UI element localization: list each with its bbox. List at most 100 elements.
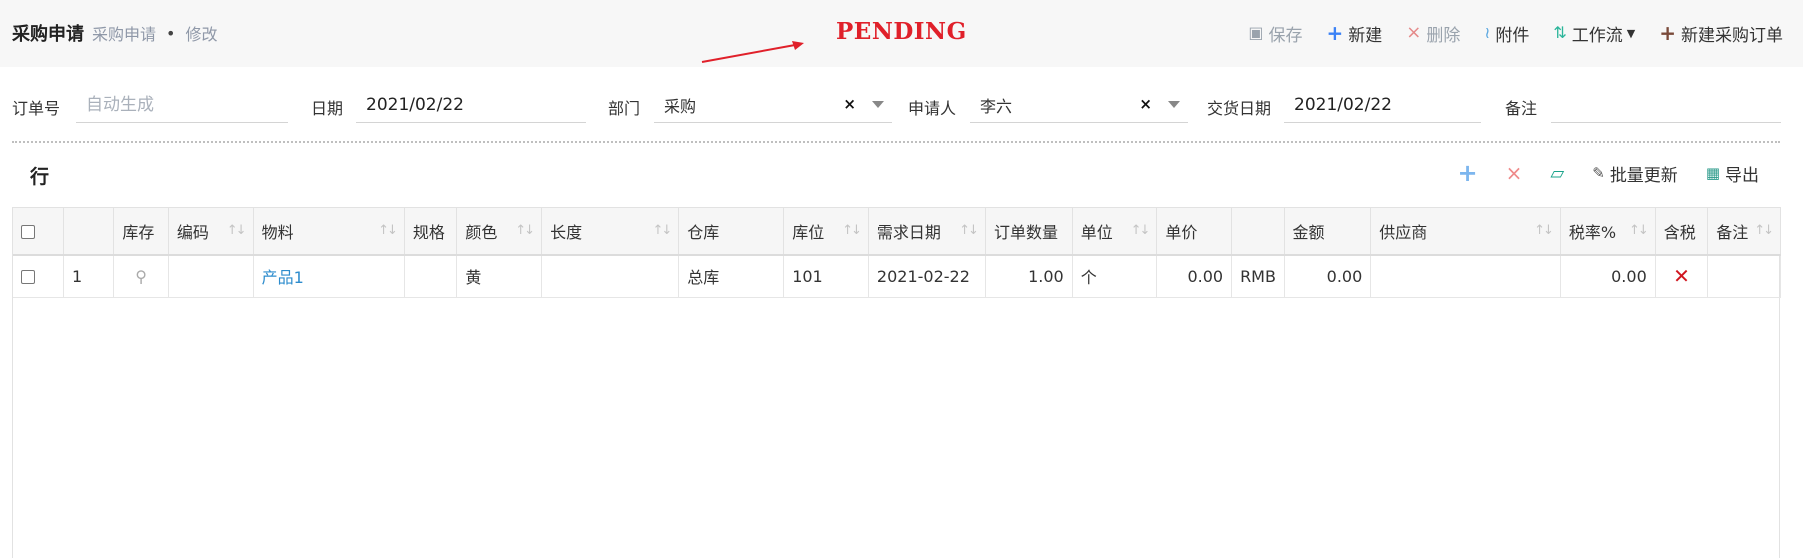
table-header-row: 库存 编码 ↑↓ 物料 ↑↓ 规格 颜色 ↑↓ 长度 ↑↓ 仓库 库位 ↑↓ 需求日期 ↑↓…: [13, 207, 1781, 256]
row-checkbox[interactable]: [21, 270, 35, 285]
col-header-label: 编码: [176, 222, 209, 242]
warehouse-cell[interactable]: 总库: [678, 254, 785, 298]
col-header-item[interactable]: 物料 ↑↓: [253, 207, 405, 256]
sort-icon[interactable]: ↑↓: [652, 223, 672, 238]
close-icon[interactable]: ✕: [1673, 264, 1690, 288]
status-arrow-icon: [701, 41, 804, 63]
sort-icon[interactable]: ↑↓: [1131, 223, 1151, 238]
caret-down-icon[interactable]: [1168, 101, 1180, 108]
col-header-note[interactable]: 备注 ↑↓: [1707, 207, 1781, 256]
page-header: 采购申请 采购申请 • 修改 PENDING ▣ 保存 + 新建 × 删除 ≀ …: [0, 0, 1803, 67]
order-no-input[interactable]: [76, 87, 288, 123]
item-link[interactable]: 产品1: [262, 268, 304, 287]
spec-cell[interactable]: [404, 254, 458, 298]
export-button[interactable]: ▦ 导出: [1706, 161, 1759, 186]
edit-icon: ✎: [1592, 164, 1605, 182]
sort-icon[interactable]: ↑↓: [378, 223, 398, 238]
col-header-qty[interactable]: 订单数量: [985, 207, 1073, 256]
search-icon[interactable]: ⚲: [135, 267, 147, 286]
tax-included-cell[interactable]: ✕: [1655, 254, 1709, 298]
delete-button[interactable]: × 删除: [1406, 21, 1460, 46]
unit-cell[interactable]: 个: [1072, 254, 1158, 298]
add-row-button[interactable]: +: [1458, 159, 1478, 187]
attach-label: 附件: [1495, 25, 1530, 46]
excel-icon: ▦: [1705, 164, 1720, 182]
sort-icon[interactable]: ↑↓: [1629, 223, 1649, 238]
sort-icon[interactable]: ↑↓: [227, 223, 247, 238]
col-header-label: 备注: [1716, 222, 1749, 242]
col-header-spec[interactable]: 规格: [404, 207, 458, 256]
new-po-label: 新建采购订单: [1681, 25, 1783, 46]
sort-icon[interactable]: ↑↓: [842, 223, 862, 238]
col-header-code[interactable]: 编码 ↑↓: [168, 207, 254, 256]
col-header-price[interactable]: 单价: [1156, 207, 1233, 256]
remove-row-button[interactable]: ×: [1506, 161, 1523, 185]
lines-grid: 库存 编码 ↑↓ 物料 ↑↓ 规格 颜色 ↑↓ 长度 ↑↓ 仓库 库位 ↑↓ 需求日期 ↑↓…: [12, 207, 1781, 558]
close-icon: ×: [1406, 22, 1422, 43]
col-header-need-date[interactable]: 需求日期 ↑↓: [868, 207, 986, 256]
col-header-supplier[interactable]: 供应商 ↑↓: [1370, 207, 1561, 256]
col-header-label: 长度: [550, 222, 583, 242]
page-title: 采购申请: [12, 24, 84, 45]
batch-update-button[interactable]: ✎ 批量更新: [1592, 161, 1678, 186]
col-header-stock[interactable]: 库存: [113, 207, 169, 256]
item-cell[interactable]: 产品1: [253, 254, 405, 298]
price-cell[interactable]: 0.00: [1156, 254, 1233, 298]
lines-toolbar: + × ▱ ✎ 批量更新 ▦ 导出: [1430, 158, 1759, 188]
sort-icon[interactable]: ↑↓: [515, 223, 535, 238]
length-cell[interactable]: [541, 254, 680, 298]
color-cell[interactable]: 黄: [456, 254, 543, 298]
clear-icon[interactable]: ×: [843, 95, 856, 113]
col-header-unit[interactable]: 单位 ↑↓: [1072, 207, 1158, 256]
col-header-label: 供应商: [1379, 222, 1428, 242]
tax-rate-cell[interactable]: 0.00: [1560, 254, 1656, 298]
date-input[interactable]: [356, 87, 586, 123]
lines-section-title: 行: [30, 166, 50, 188]
applicant-select[interactable]: 李六 ×: [970, 87, 1188, 123]
currency-cell[interactable]: RMB: [1231, 254, 1285, 298]
col-header-amount[interactable]: 金额: [1284, 207, 1372, 256]
col-header-tax-rate[interactable]: 税率% ↑↓: [1560, 207, 1656, 256]
new-button[interactable]: + 新建: [1327, 21, 1383, 46]
table-row[interactable]: 1 ⚲ 产品1 黄 总库 101 2021-02-22 1.00 个 0.00 …: [13, 254, 1781, 298]
col-header-label: 库位: [792, 222, 825, 242]
qty-cell[interactable]: 1.00: [985, 254, 1073, 298]
col-header-location[interactable]: 库位 ↑↓: [783, 207, 869, 256]
export-label: 导出: [1725, 165, 1759, 186]
dept-value: 采购: [664, 96, 697, 116]
location-cell[interactable]: 101: [783, 254, 869, 298]
stock-cell: ⚲: [113, 254, 169, 298]
attach-button[interactable]: ≀ 附件: [1484, 21, 1529, 46]
trash-icon[interactable]: ▱: [1550, 163, 1564, 184]
sliders-icon: ⇅: [1553, 23, 1567, 42]
workflow-dropdown[interactable]: ⇅ 工作流 ▼: [1553, 21, 1635, 46]
code-cell[interactable]: [168, 254, 254, 298]
col-header-tax-included[interactable]: 含税: [1655, 207, 1709, 256]
dept-select[interactable]: 采购 ×: [654, 87, 892, 123]
supplier-cell[interactable]: [1370, 254, 1561, 298]
note-cell[interactable]: [1707, 254, 1781, 298]
clear-icon[interactable]: ×: [1139, 95, 1152, 113]
row-index: 1: [63, 254, 115, 298]
dept-label: 部门: [608, 99, 641, 118]
col-header-warehouse[interactable]: 仓库: [678, 207, 785, 256]
sort-icon[interactable]: ↑↓: [1534, 223, 1554, 238]
save-button[interactable]: ▣ 保存: [1248, 21, 1302, 46]
sort-icon[interactable]: ↑↓: [1754, 223, 1774, 238]
col-header-color[interactable]: 颜色 ↑↓: [456, 207, 543, 256]
new-purchase-order-button[interactable]: + 新建采购订单: [1659, 21, 1783, 46]
note-input[interactable]: [1551, 87, 1781, 123]
col-header-index: [63, 207, 115, 256]
breadcrumb-link[interactable]: 采购申请: [92, 21, 156, 45]
delivery-date-label: 交货日期: [1207, 99, 1272, 118]
col-header-length[interactable]: 长度 ↑↓: [541, 207, 680, 256]
col-header-currency: [1231, 207, 1285, 256]
save-label: 保存: [1268, 25, 1303, 46]
breadcrumb-separator: •: [166, 23, 176, 43]
new-label: 新建: [1348, 25, 1383, 46]
delivery-date-input[interactable]: [1284, 87, 1481, 123]
select-all-checkbox[interactable]: [21, 224, 35, 239]
need-date-cell[interactable]: 2021-02-22: [868, 254, 986, 298]
sort-icon[interactable]: ↑↓: [959, 223, 979, 238]
caret-down-icon[interactable]: [872, 101, 884, 108]
